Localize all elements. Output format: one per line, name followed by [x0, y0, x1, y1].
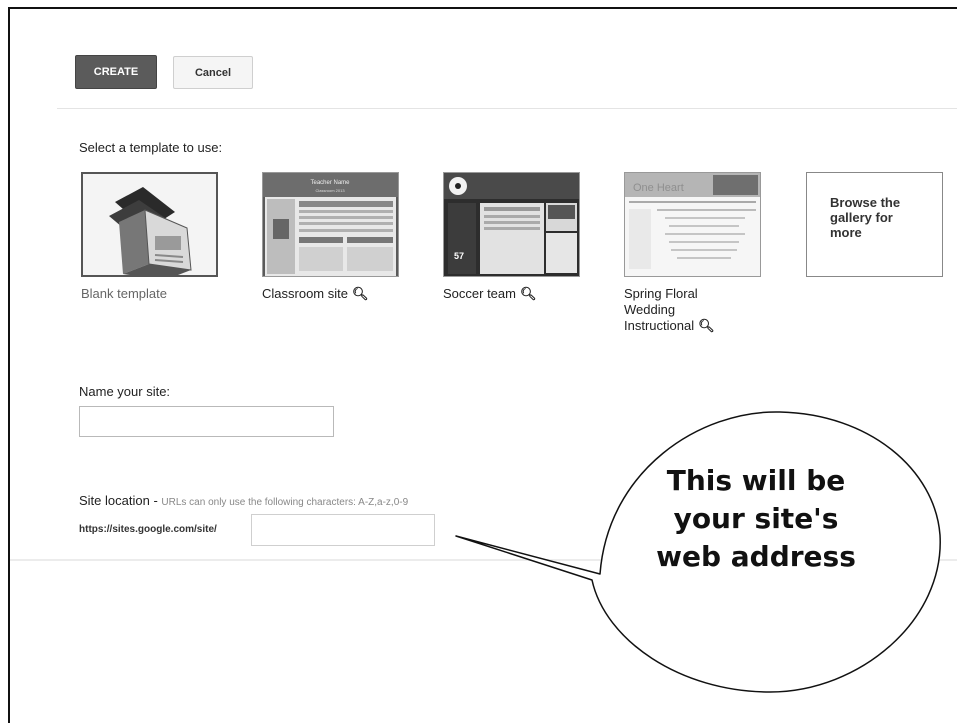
- callout-line-3: web address: [656, 540, 856, 573]
- callout-line-1: This will be: [666, 464, 846, 497]
- callout-line-2: your site's: [673, 502, 839, 535]
- callout-text: This will be your site's web address: [600, 462, 912, 576]
- speech-bubble: [455, 411, 941, 693]
